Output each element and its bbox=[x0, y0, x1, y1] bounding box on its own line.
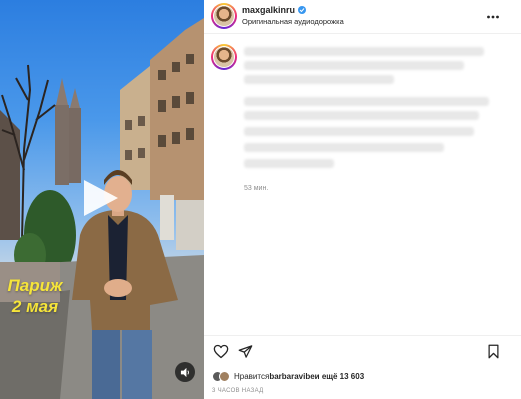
post-header: maxgalkinru Оригинальная аудиодорожка bbox=[204, 0, 521, 34]
username-link[interactable]: maxgalkinru bbox=[242, 5, 295, 15]
liker-avatar bbox=[219, 370, 230, 382]
blurred-text-line bbox=[244, 159, 334, 168]
caption-line-1: Париж bbox=[7, 276, 63, 295]
send-icon[interactable] bbox=[238, 344, 253, 364]
blurred-text-line bbox=[244, 143, 444, 152]
video-caption: Париж 2 мая bbox=[4, 275, 66, 317]
play-icon[interactable] bbox=[80, 178, 120, 218]
reel-video[interactable]: Париж 2 мая bbox=[0, 0, 204, 399]
blurred-text-line bbox=[244, 61, 464, 70]
ellipsis-icon[interactable] bbox=[486, 9, 500, 19]
post-panel: maxgalkinru Оригинальная аудиодорожка 53… bbox=[204, 0, 521, 399]
audio-label[interactable]: Оригинальная аудиодорожка bbox=[242, 17, 344, 26]
username-row: maxgalkinru bbox=[242, 5, 307, 15]
divider bbox=[204, 335, 521, 336]
liker-username[interactable]: barbaravibe bbox=[269, 372, 314, 381]
blurred-text-line bbox=[244, 75, 394, 84]
caption-line-2: 2 мая bbox=[11, 297, 59, 316]
blurred-text-line bbox=[244, 47, 484, 56]
heart-icon[interactable] bbox=[213, 344, 229, 364]
comment-time: 53 мин. bbox=[244, 185, 269, 192]
post-timestamp: 3 ЧАСОВ НАЗАД bbox=[212, 388, 264, 394]
verified-badge-icon bbox=[298, 6, 307, 14]
comment-avatar[interactable] bbox=[211, 44, 237, 70]
blurred-text-line bbox=[244, 127, 474, 136]
blurred-text-line bbox=[244, 111, 479, 120]
likes-prefix: Нравится bbox=[234, 371, 270, 381]
likes-count[interactable]: и ещё 13 603 bbox=[315, 372, 364, 381]
caption-comment: 53 мин. bbox=[204, 35, 521, 335]
blurred-text-line bbox=[244, 97, 489, 106]
likes-summary[interactable]: Нравится barbaravibe и ещё 13 603 bbox=[212, 370, 364, 382]
bookmark-icon[interactable] bbox=[487, 344, 500, 364]
avatar[interactable] bbox=[211, 3, 237, 29]
speaker-icon[interactable] bbox=[175, 362, 195, 382]
